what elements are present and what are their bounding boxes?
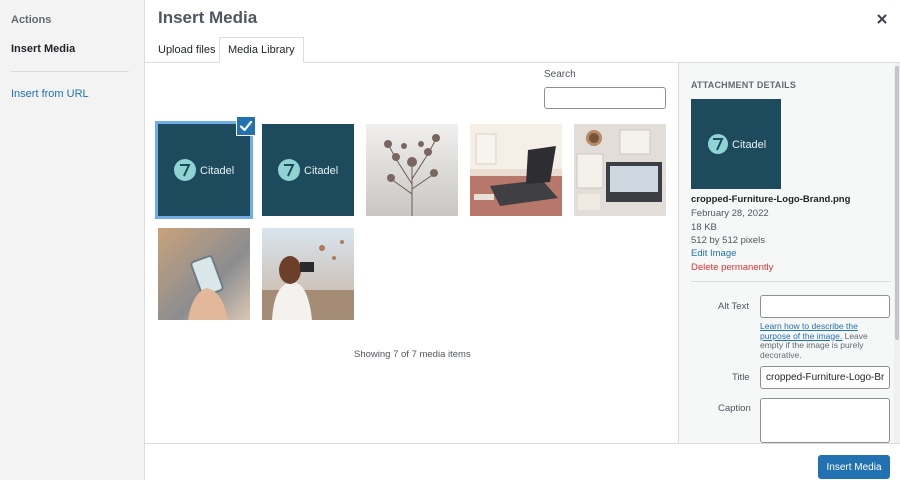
close-button[interactable] — [872, 9, 892, 29]
details-scrollbar[interactable] — [895, 66, 899, 340]
sidebar-item-insert-from-url[interactable]: Insert from URL — [11, 88, 89, 100]
checkmark-icon — [239, 120, 253, 132]
close-icon — [877, 14, 887, 24]
media-item[interactable]: Citadel — [262, 124, 354, 216]
sidebar-heading: Actions — [11, 14, 52, 26]
media-item[interactable]: Citadel — [155, 121, 253, 219]
details-divider — [691, 281, 891, 282]
logo-text: Citadel — [304, 165, 338, 177]
logo-text: Citadel — [732, 139, 766, 151]
media-item[interactable] — [366, 124, 458, 216]
caption-textarea[interactable] — [760, 398, 890, 443]
edit-image-link[interactable]: Edit Image — [691, 248, 736, 259]
attachment-filename: cropped-Furniture-Logo-Brand.png — [691, 194, 851, 205]
photographer-thumbnail — [262, 228, 354, 320]
tab-media-library[interactable]: Media Library — [219, 37, 304, 63]
citadel-logo-thumbnail: Citadel — [158, 124, 250, 216]
laptop-desk-thumbnail — [470, 124, 562, 216]
alt-text-input[interactable] — [760, 295, 890, 318]
attachment-file-size: 18 KB — [691, 222, 717, 233]
attachment-preview: Citadel — [691, 99, 781, 189]
media-item[interactable] — [158, 228, 250, 320]
media-item[interactable] — [470, 124, 562, 216]
search-label: Search — [544, 69, 576, 80]
selected-checkmark[interactable] — [236, 116, 256, 136]
delete-permanently-link[interactable]: Delete permanently — [691, 262, 773, 273]
media-item[interactable] — [262, 228, 354, 320]
sidebar-item-insert-media[interactable]: Insert Media — [11, 43, 75, 55]
search-input[interactable] — [544, 87, 666, 109]
title-input[interactable] — [760, 366, 890, 389]
modal-footer — [145, 443, 900, 480]
citadel-logo-thumbnail: Citadel — [262, 124, 354, 216]
citadel-logo-preview: Citadel — [691, 99, 781, 189]
phone-in-hand-thumbnail — [158, 228, 250, 320]
tab-upload-files[interactable]: Upload files — [150, 37, 223, 62]
insert-media-button[interactable]: Insert Media — [818, 455, 890, 479]
attachment-date: February 28, 2022 — [691, 208, 769, 219]
media-item[interactable] — [574, 124, 666, 216]
dried-flowers-thumbnail — [366, 124, 458, 216]
logo-text: Citadel — [200, 165, 234, 177]
actions-sidebar: Actions Insert Media Insert from URL — [0, 0, 145, 480]
alt-text-help: Learn how to describe the purpose of the… — [760, 321, 890, 360]
alt-text-label: Alt Text — [718, 301, 749, 312]
modal-title: Insert Media — [158, 8, 258, 27]
workspace-flatlay-thumbnail — [574, 124, 666, 216]
sidebar-divider — [11, 71, 129, 72]
title-label: Title — [732, 372, 750, 383]
media-count-status: Showing 7 of 7 media items — [354, 349, 471, 360]
attachment-details-heading: ATTACHMENT DETAILS — [691, 80, 797, 90]
attachment-dimensions: 512 by 512 pixels — [691, 235, 765, 246]
caption-label: Caption — [718, 403, 751, 414]
